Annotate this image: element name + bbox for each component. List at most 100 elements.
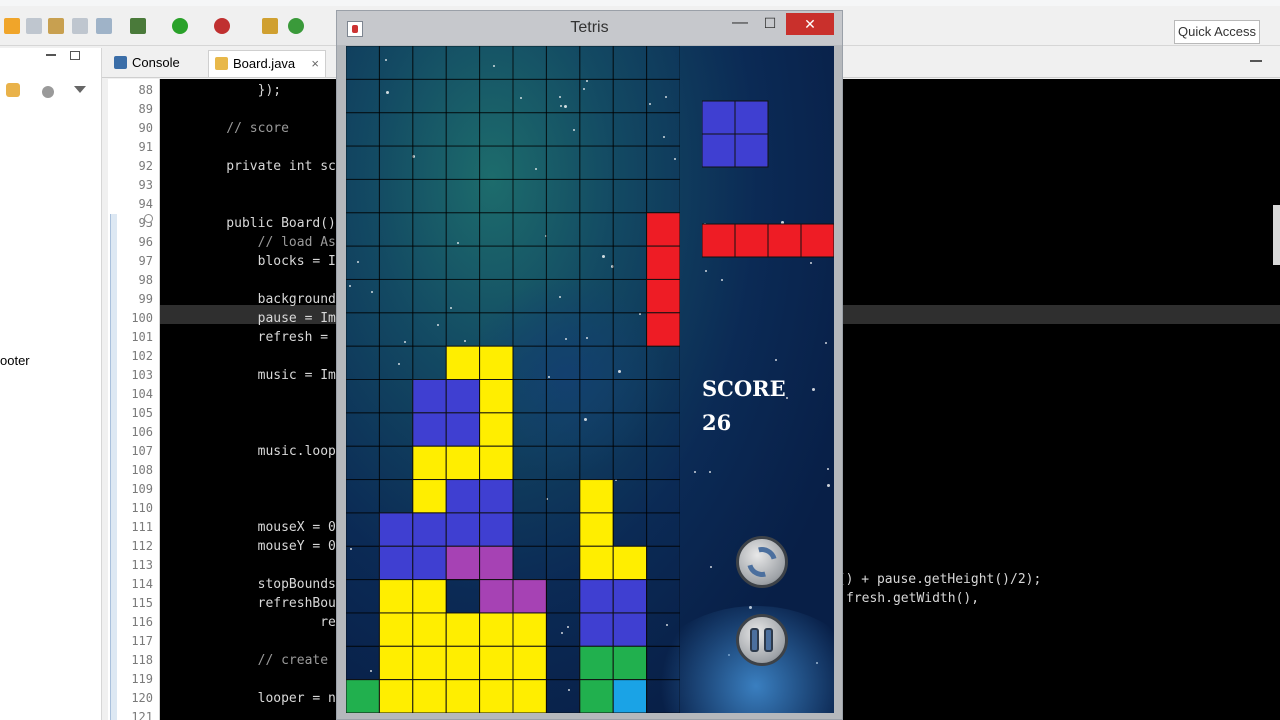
tetris-block bbox=[445, 645, 481, 681]
grid-cell bbox=[646, 178, 680, 214]
refresh-button[interactable] bbox=[736, 536, 788, 588]
code-line: music = Imag bbox=[195, 368, 352, 383]
grid-cell bbox=[545, 345, 581, 380]
maximize-icon[interactable] bbox=[70, 51, 80, 60]
view-menu-icon[interactable] bbox=[74, 86, 86, 93]
filter-icon[interactable] bbox=[42, 86, 54, 98]
tetris-block bbox=[412, 579, 447, 614]
game-canvas[interactable]: SCORE 26 bbox=[346, 46, 834, 713]
grid-cell bbox=[445, 212, 481, 247]
tetris-block bbox=[445, 479, 481, 514]
tool-icon[interactable] bbox=[26, 18, 42, 34]
quick-access-input[interactable]: Quick Access bbox=[1174, 20, 1260, 44]
code-line: mouseY = 0; bbox=[195, 539, 344, 554]
tool-icon[interactable] bbox=[48, 18, 64, 34]
coverage-icon[interactable] bbox=[214, 18, 230, 34]
grid-cell bbox=[545, 78, 581, 114]
code-line-fragment: t() + pause.getHeight()/2); bbox=[830, 572, 1042, 587]
grid-cell bbox=[412, 345, 447, 380]
line-number: 102 bbox=[131, 349, 153, 363]
tab-label: Board.java bbox=[233, 56, 296, 71]
grid-cell bbox=[346, 112, 380, 147]
tetris-block bbox=[579, 479, 614, 514]
close-button[interactable]: ✕ bbox=[786, 13, 834, 35]
line-number: 104 bbox=[131, 387, 153, 401]
grid-cell bbox=[479, 112, 514, 147]
tetris-block bbox=[612, 679, 648, 713]
grid-cell bbox=[579, 212, 614, 247]
new-class-icon[interactable] bbox=[288, 18, 304, 34]
minimize-icon[interactable] bbox=[1250, 60, 1262, 62]
tetris-block bbox=[378, 579, 414, 614]
tetris-block bbox=[378, 545, 414, 581]
next-piece-block bbox=[734, 223, 769, 258]
line-number: 88 bbox=[138, 83, 153, 97]
tool-icon[interactable] bbox=[96, 18, 112, 34]
tab-label: Console bbox=[132, 55, 180, 70]
grid-cell bbox=[378, 46, 414, 80]
grid-cell bbox=[579, 345, 614, 380]
pause-button[interactable] bbox=[736, 614, 788, 666]
tab-board-java[interactable]: Board.java × bbox=[208, 50, 326, 77]
tree-item-label[interactable]: ooter bbox=[0, 353, 30, 368]
tetris-block bbox=[579, 579, 614, 614]
tab-console[interactable]: Console bbox=[108, 50, 208, 77]
grid-cell bbox=[445, 46, 481, 80]
link-editor-icon[interactable] bbox=[6, 83, 20, 97]
grid-cell bbox=[412, 212, 447, 247]
code-line: refresh = Im bbox=[195, 330, 352, 345]
line-number: 99 bbox=[138, 292, 153, 306]
tetris-block bbox=[579, 612, 614, 647]
grid-cell bbox=[545, 145, 581, 180]
star bbox=[816, 662, 818, 664]
fold-icon[interactable] bbox=[144, 214, 153, 223]
grid-cell bbox=[579, 278, 614, 314]
grid-cell bbox=[479, 46, 514, 80]
package-icon[interactable] bbox=[262, 18, 278, 34]
tetris-block bbox=[579, 545, 614, 581]
grid-cell bbox=[545, 112, 581, 147]
score-label: SCORE bbox=[702, 376, 786, 401]
minimize-button[interactable]: — bbox=[727, 13, 753, 33]
tetris-block bbox=[612, 545, 648, 581]
tetris-block bbox=[479, 379, 514, 414]
grid-cell bbox=[579, 46, 614, 80]
next-piece-block bbox=[734, 133, 769, 168]
grid-cell bbox=[512, 278, 547, 314]
grid-cell bbox=[646, 645, 680, 681]
tool-icon[interactable] bbox=[4, 18, 20, 34]
tetris-block bbox=[479, 412, 514, 447]
editor-scrollbar[interactable] bbox=[1273, 205, 1280, 265]
tetris-block bbox=[479, 445, 514, 481]
java-file-icon bbox=[215, 57, 228, 70]
tetris-block bbox=[479, 512, 514, 547]
maximize-button[interactable]: ☐ bbox=[757, 13, 783, 33]
grid-cell bbox=[479, 78, 514, 114]
grid-cell bbox=[512, 145, 547, 180]
grid-cell bbox=[646, 545, 680, 581]
line-number: 103 bbox=[131, 368, 153, 382]
grid-cell bbox=[445, 278, 481, 314]
grid-cell bbox=[512, 312, 547, 347]
run-icon[interactable] bbox=[172, 18, 188, 34]
grid-cell bbox=[646, 145, 680, 180]
grid-cell bbox=[346, 445, 380, 481]
grid-cell bbox=[545, 679, 581, 713]
grid-cell bbox=[545, 245, 581, 280]
window-titlebar[interactable]: Tetris — ☐ ✕ bbox=[337, 11, 842, 45]
grid-cell bbox=[612, 245, 648, 280]
grid-cell bbox=[346, 145, 380, 180]
tool-icon[interactable] bbox=[72, 18, 88, 34]
line-number: 98 bbox=[138, 273, 153, 287]
tetris-block bbox=[378, 679, 414, 713]
grid-cell bbox=[545, 612, 581, 647]
grid-cell bbox=[612, 145, 648, 180]
line-number: 111 bbox=[131, 520, 153, 534]
minimize-icon[interactable] bbox=[46, 54, 56, 56]
close-tab-icon[interactable]: × bbox=[311, 51, 319, 76]
grid-cell bbox=[646, 445, 680, 481]
line-number: 114 bbox=[131, 577, 153, 591]
grid-cell bbox=[545, 512, 581, 547]
tetris-block bbox=[479, 479, 514, 514]
debug-icon[interactable] bbox=[130, 18, 146, 34]
